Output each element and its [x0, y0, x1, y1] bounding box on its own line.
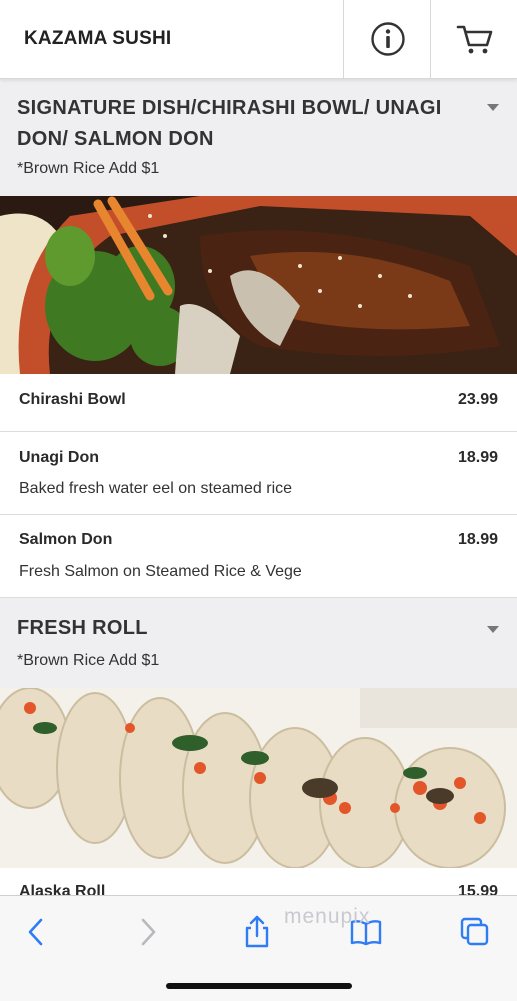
back-icon: [28, 918, 43, 946]
share-icon: [245, 915, 269, 948]
section-title: SIGNATURE DISH/CHIRASHI BOWL/ UNAGI DON/…: [17, 93, 442, 155]
info-button[interactable]: [343, 0, 431, 78]
chevron-down-icon[interactable]: [487, 104, 499, 111]
back-button[interactable]: [16, 914, 56, 950]
menu-item-salmon-don[interactable]: Salmon Don 18.99 Fresh Salmon on Steamed…: [0, 515, 517, 598]
menu-item-chirashi-bowl[interactable]: Chirashi Bowl 23.99: [0, 374, 517, 432]
menu-item-unagi-don[interactable]: Unagi Don 18.99 Baked fresh water eel on…: [0, 432, 517, 515]
tabs-button[interactable]: [455, 914, 495, 950]
tabs-icon: [460, 917, 489, 946]
item-price: 18.99: [457, 449, 498, 466]
item-price: 18.99: [457, 531, 498, 548]
chevron-down-icon[interactable]: [487, 626, 499, 633]
watermark: menupix: [284, 905, 371, 928]
item-name: Unagi Don: [19, 449, 99, 466]
section-title-line: SIGNATURE DISH/CHIRASHI BOWL/ UNAGI: [17, 97, 442, 119]
sushi-roll-photo: [0, 688, 517, 868]
item-description: Fresh Salmon on Steamed Rice & Vege: [19, 563, 302, 580]
section-title: FRESH ROLL: [17, 617, 148, 639]
home-indicator[interactable]: [166, 983, 352, 989]
info-icon: [370, 22, 405, 56]
forward-button[interactable]: [128, 914, 168, 950]
item-name: Chirashi Bowl: [19, 391, 126, 408]
item-price: 23.99: [457, 391, 498, 408]
cart-button[interactable]: [430, 0, 517, 78]
section-signature-dish[interactable]: SIGNATURE DISH/CHIRASHI BOWL/ UNAGI DON/…: [0, 79, 517, 196]
share-button[interactable]: [237, 914, 277, 950]
section-note: *Brown Rice Add $1: [17, 652, 160, 669]
unagi-dish-photo: [0, 196, 517, 374]
app-header: KAZAMA SUSHI: [0, 0, 517, 79]
item-description: Baked fresh water eel on steamed rice: [19, 480, 293, 497]
restaurant-name[interactable]: KAZAMA SUSHI: [24, 28, 171, 50]
forward-icon: [141, 918, 156, 946]
section-note: *Brown Rice Add $1: [17, 160, 160, 177]
cart-icon: [456, 25, 492, 54]
item-name: Salmon Don: [19, 531, 113, 548]
section-title-line: DON/ SALMON DON: [17, 128, 214, 150]
section-fresh-roll[interactable]: FRESH ROLL *Brown Rice Add $1: [0, 598, 517, 688]
